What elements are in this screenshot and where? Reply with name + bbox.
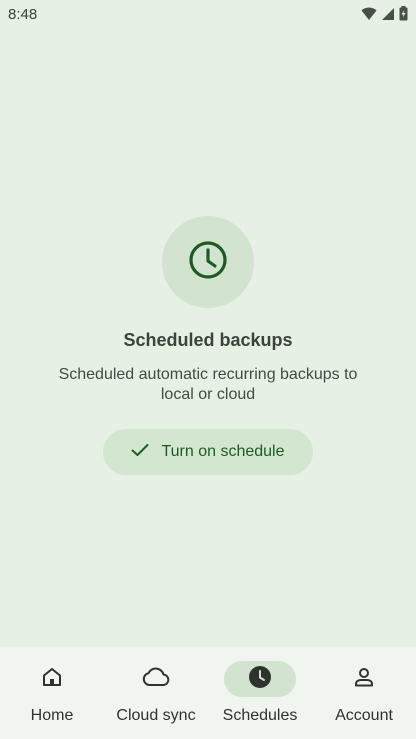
turn-on-schedule-button[interactable]: Turn on schedule [103,429,313,475]
signal-icon [381,7,395,26]
empty-state-title: Scheduled backups [123,330,293,350]
nav-icon-container [120,661,192,697]
nav-item-home[interactable]: Home [0,647,104,739]
person-icon [353,666,375,693]
nav-icon-container [328,661,400,697]
status-icons [361,6,408,26]
nav-icon-container-active [224,661,296,697]
clock-badge [162,216,254,308]
empty-state: Scheduled backups Scheduled automatic re… [0,216,416,475]
status-time: 8:48 [8,6,38,23]
clock-icon [248,665,272,694]
nav-label-account: Account [335,707,393,724]
turn-on-schedule-label: Turn on schedule [161,443,285,460]
nav-item-cloud-sync[interactable]: Cloud sync [104,647,208,739]
cloud-icon [141,666,171,693]
status-bar: 8:48 [0,0,416,30]
check-icon [131,443,149,462]
app-screen: 8:48 Scheduled backups Scheduled automat… [0,0,416,739]
nav-label-schedules: Schedules [222,707,298,724]
nav-label-home: Home [30,707,74,724]
nav-icon-container [16,661,88,697]
nav-item-account[interactable]: Account [312,647,416,739]
bottom-nav: Home Cloud sync Schedules Account [0,647,416,739]
nav-item-schedules[interactable]: Schedules [208,647,312,739]
nav-label-cloud-sync: Cloud sync [116,707,196,724]
wifi-icon [361,7,377,26]
empty-state-subtitle: Scheduled automatic recurring backups to… [58,366,358,403]
battery-icon [399,6,408,26]
clock-icon [188,240,228,285]
home-icon [41,666,63,693]
